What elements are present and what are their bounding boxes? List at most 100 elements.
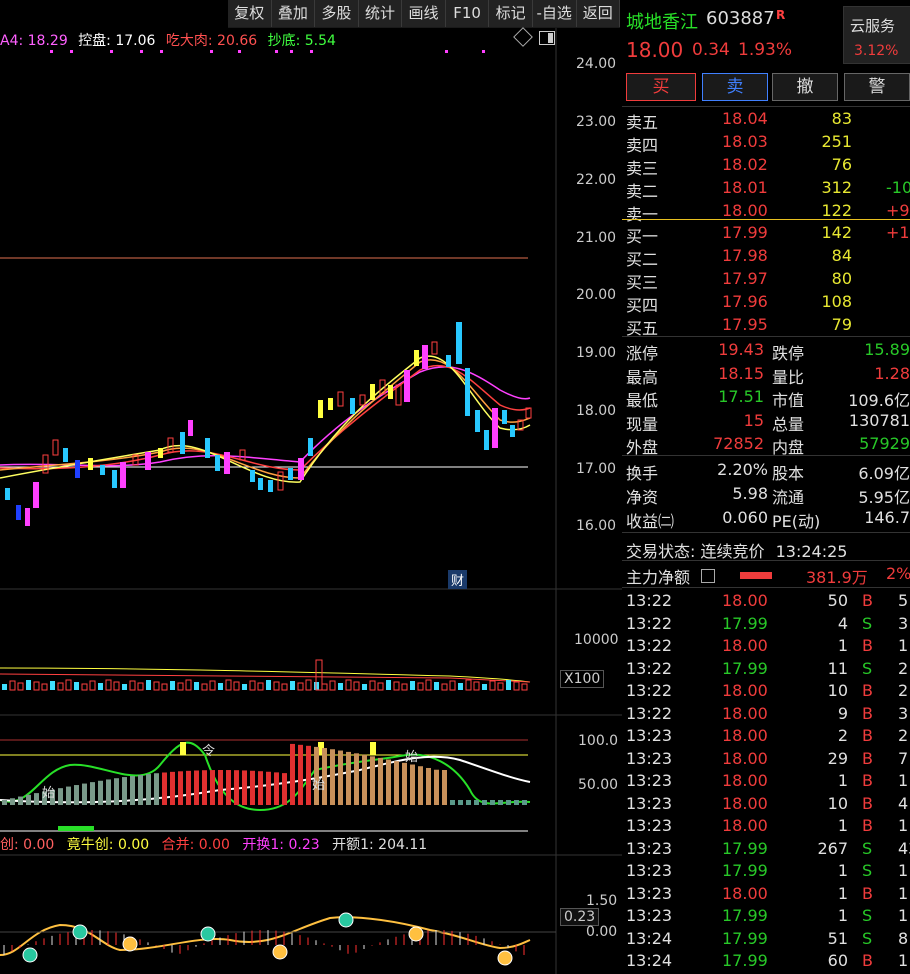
- cloud-service-box[interactable]: 云服务 3.12%: [843, 6, 910, 64]
- trade-status-time: 13:24:25: [775, 542, 848, 561]
- tick-count: 1: [898, 636, 909, 655]
- tick-side: B: [862, 681, 873, 700]
- tick-volume: 1: [837, 771, 848, 790]
- ma-line-red: [0, 364, 531, 471]
- candle: [158, 448, 163, 458]
- candle: [328, 398, 333, 410]
- volume-bar: [506, 680, 511, 690]
- tick-row: 13:22 18.00 50 B 5: [622, 590, 910, 612]
- order-book-row[interactable]: 卖三 18.02 76: [622, 153, 910, 178]
- order-book-row[interactable]: 卖四 18.03 251: [622, 130, 910, 155]
- tick-price: 18.00: [722, 771, 768, 790]
- tick-row: 13:22 18.00 1 B 1: [622, 635, 910, 657]
- book-volume: 84: [831, 246, 852, 265]
- volume-bar: [201, 683, 208, 691]
- stat-label: 最低: [626, 391, 659, 410]
- ind1-bar: [410, 764, 415, 805]
- tick-time: 13:22: [626, 703, 673, 723]
- volume-bar: [41, 683, 48, 691]
- alert-button[interactable]: 警: [844, 73, 910, 101]
- tick-row: 13:23 18.00 10 B 4: [622, 793, 910, 815]
- main-flow-label: 主力净额: [626, 568, 691, 587]
- ind1-bar: [306, 745, 311, 805]
- ind1-bar: [282, 773, 287, 805]
- ind1-green-line: [0, 741, 531, 812]
- volume-bar: [417, 682, 424, 691]
- volume-bar: [425, 679, 432, 691]
- order-book-row[interactable]: 卖五 18.04 83: [622, 107, 910, 132]
- order-book-row[interactable]: 买三 17.97 80: [622, 267, 910, 292]
- order-book-row[interactable]: 买一 17.99 142 +1: [622, 221, 910, 246]
- tick-price: 18.00: [722, 816, 768, 835]
- ind1-green-block: [58, 826, 94, 831]
- ma-line-magenta: [0, 366, 531, 467]
- tick-time: 13:22: [626, 613, 673, 633]
- tick-row: 13:22 18.00 9 B 3: [622, 703, 910, 725]
- book-price: 18.04: [722, 109, 768, 128]
- ind1-bar: [74, 785, 79, 805]
- stat-label: 最高: [626, 367, 659, 387]
- book-volume: 83: [831, 109, 852, 128]
- tick-time: 13:23: [626, 906, 673, 925]
- book-volume: 108: [821, 292, 852, 311]
- ind1-bar: [450, 800, 455, 805]
- candle: [5, 488, 10, 500]
- tick-count: 1: [898, 883, 909, 903]
- stat-label: 市值: [772, 391, 805, 410]
- ind1-bar: [298, 744, 303, 805]
- candle: [308, 438, 313, 456]
- ind1-bar: [330, 749, 335, 805]
- tick-price: 17.99: [722, 951, 768, 970]
- stat-value: 5.98: [732, 484, 768, 503]
- stat-label: 流通: [772, 488, 805, 507]
- tick-price: 17.99: [722, 613, 768, 633]
- ind2-signal-circle: [408, 926, 424, 942]
- stat-label: 净资: [626, 488, 659, 507]
- tick-price: 18.00: [722, 591, 768, 610]
- order-book-row[interactable]: 买二 17.98 84: [622, 244, 910, 269]
- tick-time: 13:23: [626, 861, 673, 880]
- list-icon[interactable]: [701, 569, 715, 583]
- book-price: 17.98: [722, 246, 768, 265]
- ind1-bar: [418, 766, 423, 805]
- tick-time: 13:22: [626, 658, 673, 678]
- volume-bar: [473, 681, 480, 691]
- volume-bar: [26, 680, 31, 690]
- buy-button[interactable]: 买: [626, 73, 696, 101]
- book-volume: 79: [831, 315, 852, 334]
- ind1-bar: [210, 770, 215, 805]
- tick-side: B: [862, 883, 873, 903]
- ind1-bar: [378, 757, 383, 805]
- candle: [446, 355, 451, 367]
- ind1-bar: [370, 756, 375, 805]
- volume-bar: [297, 682, 304, 691]
- volume-bar: [74, 682, 79, 690]
- stat-row: 收益㈡ 0.060 PE(动) 146.7: [622, 507, 910, 531]
- sell-button[interactable]: 卖: [702, 73, 768, 101]
- legend-kaihuan: 开换1: 0.23: [242, 837, 320, 853]
- book-volume: 122: [821, 201, 852, 220]
- stat-label: 涨停: [626, 344, 659, 363]
- order-book-row[interactable]: 卖二 18.01 312 -10: [622, 176, 910, 201]
- order-book-row[interactable]: 买五 17.95 79: [622, 313, 910, 338]
- volume-bar: [81, 683, 88, 691]
- financial-badge[interactable]: 财: [448, 570, 468, 589]
- order-book-row[interactable]: 买四 17.96 108: [622, 290, 910, 315]
- stat-label: 量比: [772, 367, 805, 387]
- tick-time: 13:23: [626, 726, 673, 745]
- cancel-button[interactable]: 撤: [772, 73, 838, 101]
- volume-axis-label: 10000: [574, 632, 619, 648]
- stock-name: 城地香江: [626, 12, 698, 33]
- ind2-signal-circle: [122, 936, 138, 952]
- tick-count: 7: [898, 748, 909, 768]
- volume-bar: [377, 682, 384, 691]
- volume-bar: [9, 680, 16, 691]
- price-axis-label: 16.00: [576, 518, 617, 534]
- ind1-mark-shi: 始: [312, 778, 326, 793]
- tick-side: S: [862, 658, 873, 678]
- candle: [258, 478, 263, 490]
- tick-volume: 10: [827, 793, 848, 813]
- ind1-bar: [130, 775, 135, 805]
- tick-side: B: [862, 793, 873, 813]
- ind1-axis-label: 50.00: [578, 777, 619, 793]
